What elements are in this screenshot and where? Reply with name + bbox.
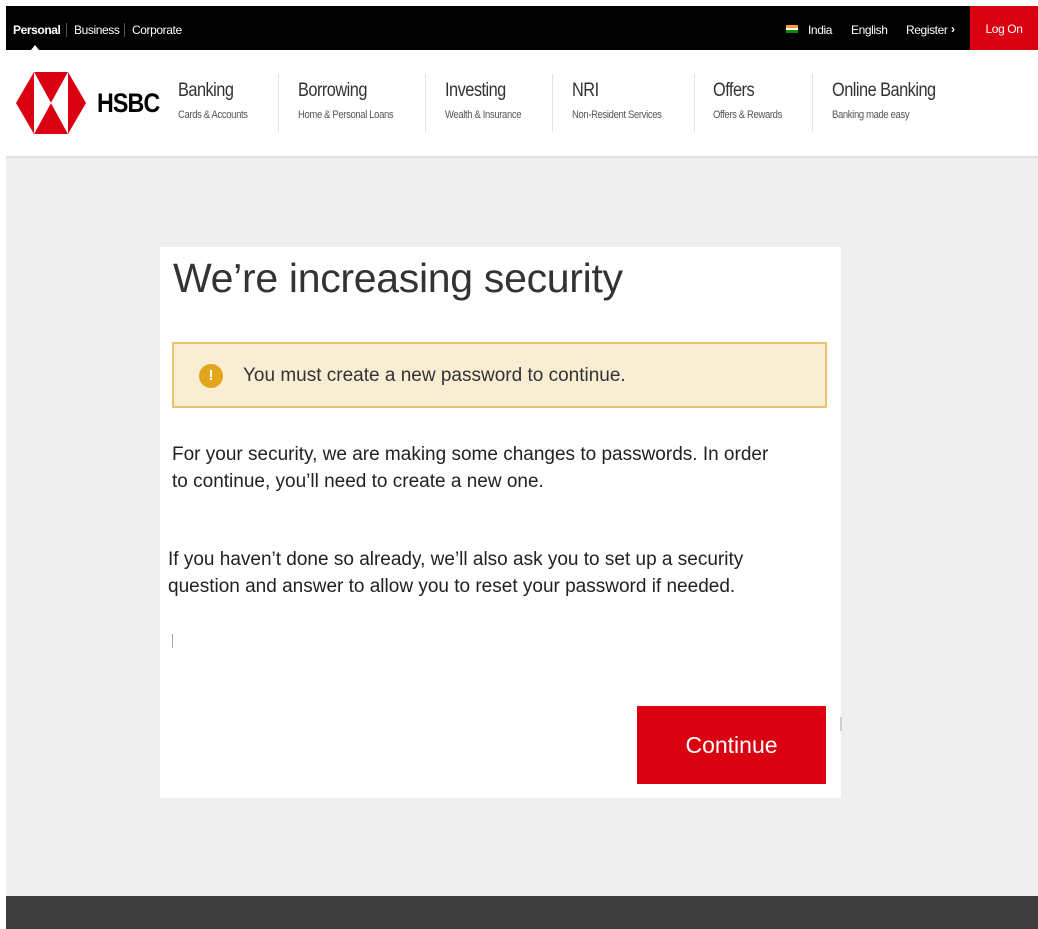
hsbc-logo-icon[interactable]	[16, 72, 86, 134]
country-selector[interactable]: India	[808, 23, 832, 37]
nav-subtitle: Wealth & Insurance	[445, 109, 522, 121]
nav-subtitle: Non-Resident Services	[572, 109, 662, 121]
continue-button[interactable]: Continue	[637, 706, 826, 784]
segment-personal[interactable]: Personal	[13, 23, 61, 50]
nav-title: Offers	[713, 80, 755, 101]
security-card: We’re increasing security ! You must cre…	[160, 247, 841, 798]
nav-offers[interactable]: Offers Offers & Rewards	[713, 80, 793, 121]
nav-subtitle: Home & Personal Loans	[298, 109, 394, 121]
nav-borrowing[interactable]: Borrowing Home & Personal Loans	[298, 80, 409, 121]
nav-title: Banking	[178, 80, 234, 101]
warning-icon: !	[199, 364, 223, 388]
page-frame: Personal Business Corporate India Englis…	[6, 6, 1038, 929]
divider	[694, 74, 695, 132]
divider	[812, 74, 813, 132]
divider	[278, 74, 279, 132]
nav-subtitle: Banking made easy	[832, 109, 910, 121]
nav-subtitle: Cards & Accounts	[178, 109, 248, 121]
divider	[425, 74, 426, 132]
nav-subtitle: Offers & Rewards	[713, 109, 782, 121]
nav-title: Borrowing	[298, 80, 367, 101]
top-bar: Personal Business Corporate India Englis…	[6, 6, 1038, 50]
text-cursor	[172, 634, 173, 648]
divider	[840, 717, 842, 731]
language-selector[interactable]: English	[851, 23, 888, 37]
segment-corporate[interactable]: Corporate	[132, 23, 182, 37]
nav-investing[interactable]: Investing Wealth & Insurance	[445, 80, 534, 121]
segment-business[interactable]: Business	[74, 23, 120, 37]
nav-online-banking[interactable]: Online Banking Banking made easy	[832, 80, 952, 121]
divider	[66, 23, 67, 37]
main-header: HSBC Banking Cards & Accounts Borrowing …	[6, 50, 1038, 158]
security-question-paragraph: If you haven’t done so already, we’ll al…	[168, 549, 744, 597]
nav-title: Online Banking	[832, 80, 936, 101]
brand-name[interactable]: HSBC	[97, 88, 160, 119]
password-notice: ! You must create a new password to cont…	[172, 342, 827, 408]
nav-banking[interactable]: Banking Cards & Accounts	[178, 80, 259, 121]
footer	[6, 896, 1038, 929]
divider	[124, 23, 125, 37]
register-link[interactable]: Register	[906, 23, 948, 37]
log-on-button[interactable]: Log On	[970, 6, 1038, 50]
nav-title: Investing	[445, 80, 506, 101]
security-paragraph: For your security, we are making some ch…	[172, 444, 769, 492]
chevron-right-icon: ›	[951, 22, 955, 36]
page-title: We’re increasing security	[173, 255, 623, 301]
india-flag-icon	[786, 25, 798, 33]
nav-nri[interactable]: NRI Non-Resident Services	[572, 80, 676, 121]
divider	[552, 74, 553, 132]
nav-title: NRI	[572, 80, 599, 101]
notice-text: You must create a new password to contin…	[243, 365, 626, 386]
